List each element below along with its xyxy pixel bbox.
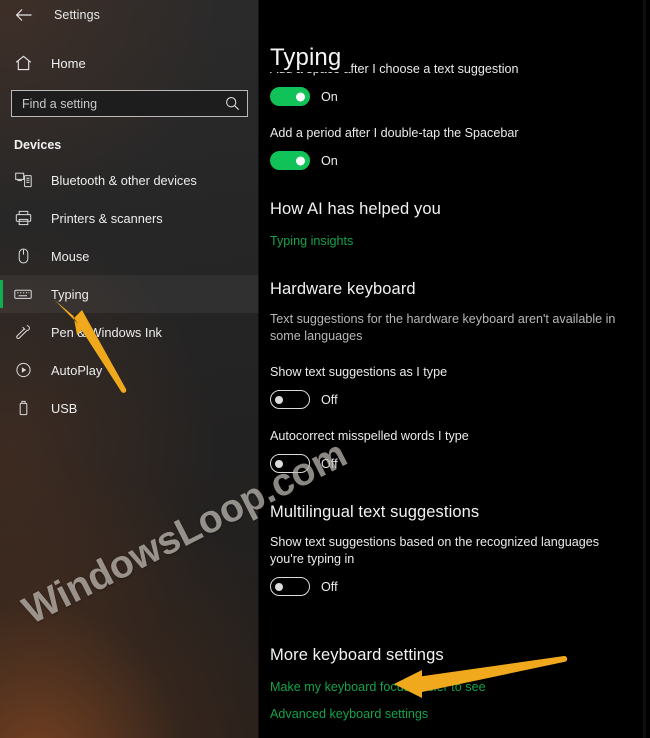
multilingual-toggle-row: Off: [270, 577, 650, 596]
search-icon: [225, 96, 240, 111]
autoplay-icon: [14, 361, 32, 379]
sidebar-group-label: Devices: [14, 138, 62, 152]
show-suggestions-toggle[interactable]: [270, 390, 310, 409]
search-box[interactable]: [11, 90, 248, 117]
title-bar: Settings: [0, 0, 259, 29]
autocorrect-toggle-row: Off: [270, 454, 650, 473]
multilingual-heading: Multilingual text suggestions: [270, 503, 480, 521]
add-period-toggle[interactable]: [270, 151, 310, 170]
multilingual-label: Show text suggestions based on the recog…: [270, 535, 600, 566]
mouse-icon: [14, 247, 32, 265]
sidebar-item-pen-windows-ink[interactable]: Pen & Windows Ink: [0, 313, 259, 351]
autocorrect-state: Off: [321, 456, 338, 471]
sidebar-item-label: Bluetooth & other devices: [51, 172, 197, 188]
sidebar: Settings Home Devices: [0, 0, 259, 738]
keyboard-focus-link[interactable]: Make my keyboard focus easier to see: [270, 680, 486, 694]
add-space-toggle-row: On: [270, 87, 650, 106]
multilingual-state: Off: [321, 579, 338, 594]
sidebar-item-autoplay[interactable]: AutoPlay: [0, 351, 259, 389]
sidebar-item-label: Pen & Windows Ink: [51, 324, 162, 340]
how-ai-heading: How AI has helped you: [270, 200, 441, 218]
autocorrect-toggle[interactable]: [270, 454, 310, 473]
add-space-toggle[interactable]: [270, 87, 310, 106]
sidebar-item-typing[interactable]: Typing: [0, 275, 259, 313]
sidebar-item-usb[interactable]: USB: [0, 389, 259, 427]
usb-icon: [14, 399, 32, 417]
settings-window: Settings Home Devices: [0, 0, 650, 738]
hardware-keyboard-heading: Hardware keyboard: [270, 280, 416, 298]
show-suggestions-label: Show text suggestions as I type: [270, 365, 448, 379]
settings-content: Add a space after I choose a text sugges…: [270, 0, 650, 723]
add-period-toggle-row: On: [270, 151, 650, 170]
page-title: Typing: [270, 44, 352, 72]
advanced-keyboard-settings-link[interactable]: Advanced keyboard settings: [270, 707, 428, 721]
more-keyboard-heading: More keyboard settings: [270, 646, 444, 664]
autocorrect-label: Autocorrect misspelled words I type: [270, 429, 469, 443]
sidebar-nav: Bluetooth & other devices Printers & sca…: [0, 161, 259, 427]
sidebar-item-bluetooth-other-devices[interactable]: Bluetooth & other devices: [0, 161, 259, 199]
back-arrow-icon[interactable]: [10, 4, 36, 26]
printer-icon: [14, 209, 32, 227]
home-icon: [14, 54, 32, 72]
sidebar-item-label: USB: [51, 400, 78, 416]
home-label: Home: [51, 55, 86, 71]
main-pane: Typing Add a space after I choose a text…: [259, 0, 650, 738]
typing-insights-link[interactable]: Typing insights: [270, 234, 353, 248]
hardware-keyboard-description: Text suggestions for the hardware keyboa…: [270, 312, 616, 343]
window-title: Settings: [54, 7, 100, 22]
keyboard-icon: [14, 285, 32, 303]
sidebar-item-label: AutoPlay: [51, 362, 103, 378]
add-period-state: On: [321, 153, 338, 168]
sidebar-item-label: Mouse: [51, 248, 90, 264]
bluetooth-devices-icon: [14, 171, 32, 189]
sidebar-item-home[interactable]: Home: [0, 47, 259, 79]
sidebar-item-label: Typing: [51, 286, 89, 302]
sidebar-item-mouse[interactable]: Mouse: [0, 237, 259, 275]
search-input[interactable]: [22, 96, 225, 111]
add-period-label: Add a period after I double-tap the Spac…: [270, 126, 519, 140]
show-suggestions-state: Off: [321, 392, 338, 407]
sidebar-item-printers-scanners[interactable]: Printers & scanners: [0, 199, 259, 237]
pen-icon: [14, 323, 32, 341]
show-suggestions-toggle-row: Off: [270, 390, 650, 409]
add-space-state: On: [321, 89, 338, 104]
multilingual-toggle[interactable]: [270, 577, 310, 596]
sidebar-item-label: Printers & scanners: [51, 210, 163, 226]
